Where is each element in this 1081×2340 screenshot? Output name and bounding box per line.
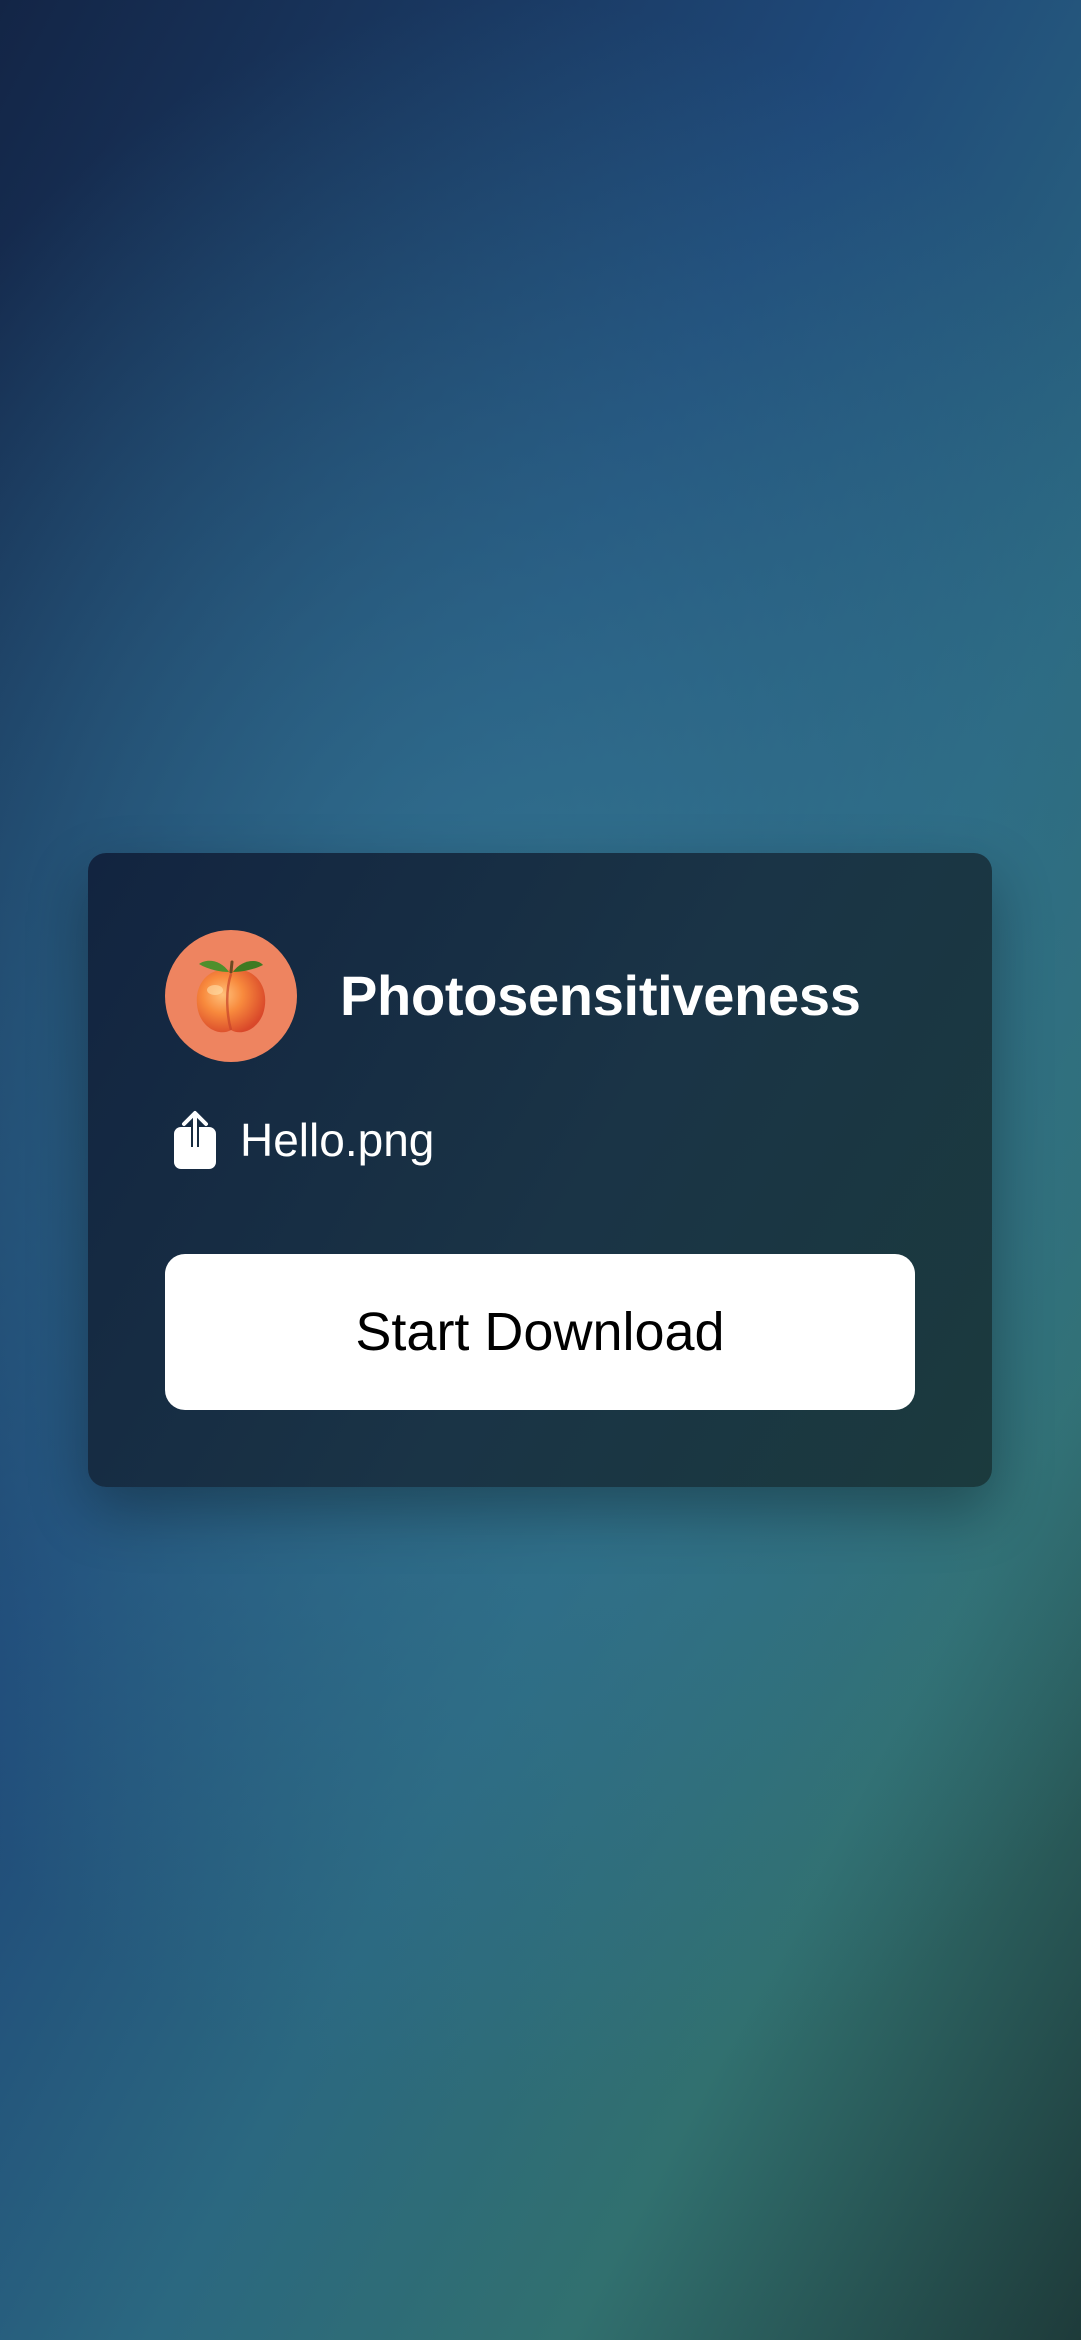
avatar bbox=[165, 930, 297, 1062]
download-card: Photosensitiveness Hello.png Start Downl… bbox=[88, 853, 992, 1487]
share-upload-icon bbox=[174, 1111, 216, 1169]
card-title: Photosensitiveness bbox=[340, 964, 861, 1027]
peach-emoji-icon bbox=[196, 960, 266, 1033]
file-name: Hello.png bbox=[240, 1114, 435, 1166]
start-download-button[interactable]: Start Download bbox=[165, 1254, 915, 1410]
file-row: Hello.png bbox=[172, 1109, 434, 1171]
